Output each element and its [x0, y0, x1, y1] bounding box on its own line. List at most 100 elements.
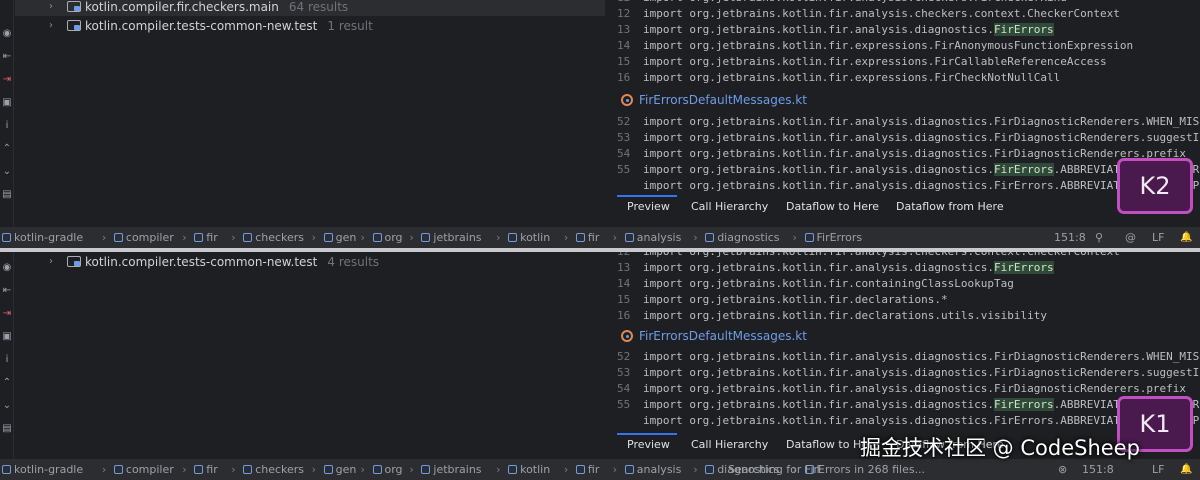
- vcs-icon[interactable]: ⚲: [1095, 227, 1103, 248]
- tab-call-hierarchy[interactable]: Call Hierarchy: [691, 195, 768, 219]
- tab-preview[interactable]: Preview: [627, 195, 670, 219]
- breadcrumb-item[interactable]: FirErrors: [804, 227, 862, 248]
- breadcrumb-item[interactable]: diagnostics: [705, 227, 780, 248]
- collapse-icon[interactable]: ⇤: [0, 283, 14, 299]
- code-segment: import org.jetbrains.kotlin.fir.analysis…: [643, 131, 1200, 144]
- breadcrumb-item[interactable]: fir: [194, 459, 218, 480]
- ai-assistant-icon[interactable]: @: [1125, 227, 1136, 248]
- caret-position[interactable]: 151:8: [1054, 227, 1086, 248]
- breadcrumb-item[interactable]: kotlin-gradle: [2, 227, 83, 248]
- chevron-right-icon[interactable]: ›: [49, 253, 53, 271]
- chevron-right-icon[interactable]: ›: [49, 0, 53, 16]
- close-icon[interactable]: ⊗: [1058, 459, 1067, 480]
- code-preview: 12 import org.jetbrains.kotlin.fir.analys…: [613, 252, 1200, 458]
- eye-icon[interactable]: ◉: [0, 26, 14, 42]
- breadcrumb-item[interactable]: analysis: [624, 227, 681, 248]
- breadcrumb-item[interactable]: fir: [575, 459, 599, 480]
- breadcrumb-item[interactable]: gen: [323, 459, 357, 480]
- module-icon: [113, 233, 123, 242]
- code-line: 13 import org.jetbrains.kotlin.fir.analys…: [613, 22, 1200, 38]
- breadcrumb-item[interactable]: kotlin-gradle: [2, 459, 83, 480]
- collapse-icon[interactable]: ⇤: [0, 49, 14, 65]
- export-icon[interactable]: ⇥: [0, 72, 14, 88]
- tab-dataflow-from-here[interactable]: Dataflow from Here: [896, 195, 1004, 219]
- breadcrumb-separator: ›: [231, 463, 236, 476]
- module-icon: [2, 233, 11, 242]
- code-segment: import org.jetbrains.kotlin.fir.analysis…: [643, 350, 1200, 363]
- expand-all-icon[interactable]: ⌃: [0, 375, 14, 391]
- tab-preview[interactable]: Preview: [627, 433, 670, 457]
- info-icon[interactable]: i: [0, 118, 14, 134]
- breadcrumb-label: checkers: [255, 231, 305, 244]
- line-number: 12: [617, 252, 635, 260]
- line-separator[interactable]: LF: [1152, 459, 1164, 480]
- breadcrumb-item[interactable]: checkers: [243, 227, 304, 248]
- breadcrumb-item[interactable]: kotlin: [508, 227, 550, 248]
- caret-position[interactable]: 151:8: [1082, 459, 1114, 480]
- breadcrumb-item[interactable]: analysis: [624, 459, 681, 480]
- file-header[interactable]: FirErrorsDefaultMessages.kt: [613, 91, 1200, 109]
- tool-strip: ◉ ⇤ ⇥ ▣ i ⌃ ⌄ ▤: [0, 252, 14, 458]
- layout-icon[interactable]: ▤: [0, 187, 14, 203]
- code-line: 16 import org.jetbrains.kotlin.fir.declar…: [613, 308, 1200, 324]
- module-name: kotlin.compiler.tests-common-new.test 4 r…: [85, 255, 380, 269]
- breadcrumb-item[interactable]: compiler: [113, 459, 174, 480]
- code-text: import org.jetbrains.kotlin.fir.declarat…: [643, 292, 948, 308]
- line-number: 13: [617, 261, 631, 274]
- code-line: 54 import org.jetbrains.kotlin.fir.analys…: [613, 381, 1200, 397]
- collapse-all-icon[interactable]: ⌄: [0, 164, 14, 180]
- folder-filter-icon[interactable]: ▣: [0, 329, 14, 345]
- tree-row[interactable]: › kotlin.compiler.fir.checkers.main 64 res…: [15, 0, 605, 16]
- tree-row[interactable]: › kotlin.compiler.tests-common-new.test 4 …: [15, 253, 605, 271]
- code-text: import org.jetbrains.kotlin.fir.analysis…: [643, 22, 1054, 38]
- code-segment: import org.jetbrains.kotlin.fir.analysis…: [643, 115, 1200, 128]
- line-separator[interactable]: LF: [1152, 227, 1164, 248]
- line-number: 15: [617, 293, 631, 306]
- breadcrumb-item[interactable]: gen: [323, 227, 356, 248]
- code-preview: 12 import org.jetbrains.kotlin.fir.analys…: [613, 0, 1200, 226]
- kotlin-file-icon: [621, 94, 633, 106]
- breadcrumb-item[interactable]: checkers: [243, 459, 304, 480]
- line-number: 54: [617, 147, 631, 160]
- breadcrumb-item[interactable]: compiler: [113, 227, 174, 248]
- code-text: import org.jetbrains.kotlin.fir.analysis…: [643, 260, 1054, 276]
- code-text: import org.jetbrains.kotlin.fir.analysis…: [643, 130, 1200, 146]
- chevron-right-icon[interactable]: ›: [49, 17, 53, 35]
- breadcrumb-item[interactable]: jetbrains: [421, 227, 482, 248]
- tab-call-hierarchy[interactable]: Call Hierarchy: [691, 433, 768, 457]
- breadcrumb-separator: ›: [563, 231, 569, 244]
- line-number: 15: [617, 55, 631, 68]
- bell-icon[interactable]: 🔔: [1180, 459, 1192, 480]
- breadcrumb-label: org: [384, 231, 403, 244]
- file-name[interactable]: FirErrorsDefaultMessages.kt: [639, 327, 807, 345]
- module-icon: [194, 233, 204, 242]
- breadcrumb-item[interactable]: org: [372, 227, 403, 248]
- code-text: import org.jetbrains.kotlin.fir.analysis…: [643, 114, 1200, 130]
- breadcrumb-item[interactable]: fir: [575, 227, 599, 248]
- tree-row[interactable]: › kotlin.compiler.tests-common-new.test 1 …: [15, 17, 605, 35]
- module-icon: [243, 465, 253, 474]
- module-icon: [421, 233, 431, 242]
- breadcrumb-label: jetbrains: [433, 231, 482, 244]
- info-icon[interactable]: i: [0, 352, 14, 368]
- breadcrumb-item[interactable]: fir: [194, 227, 218, 248]
- expand-all-icon[interactable]: ⌃: [0, 141, 14, 157]
- search-progress-status: Searching for FirErrors in 268 files...: [728, 463, 926, 476]
- module-name: kotlin.compiler.fir.checkers.main 64 resu…: [85, 0, 349, 14]
- module-icon: [323, 465, 333, 474]
- breadcrumb-item[interactable]: org: [372, 459, 403, 480]
- bell-icon[interactable]: 🔔: [1180, 227, 1192, 248]
- breadcrumb-label: gen: [335, 463, 357, 476]
- breadcrumb-item[interactable]: jetbrains: [421, 459, 482, 480]
- find-usages-panel-k2: ◉ ⇤ ⇥ ▣ i ⌃ ⌄ ▤ › kotlin.compiler.fir.checkers.ma…: [0, 0, 1200, 248]
- export-icon[interactable]: ⇥: [0, 306, 14, 322]
- file-header[interactable]: FirErrorsDefaultMessages.kt: [613, 327, 1200, 345]
- eye-icon[interactable]: ◉: [0, 260, 14, 276]
- code-segment: import org.jetbrains.kotlin.fir.analysis…: [643, 0, 1067, 4]
- folder-filter-icon[interactable]: ▣: [0, 95, 14, 111]
- layout-icon[interactable]: ▤: [0, 421, 14, 437]
- tab-dataflow-to-here[interactable]: Dataflow to Here: [786, 195, 879, 219]
- file-name[interactable]: FirErrorsDefaultMessages.kt: [639, 91, 807, 109]
- collapse-all-icon[interactable]: ⌄: [0, 398, 14, 414]
- breadcrumb-item[interactable]: kotlin: [508, 459, 550, 480]
